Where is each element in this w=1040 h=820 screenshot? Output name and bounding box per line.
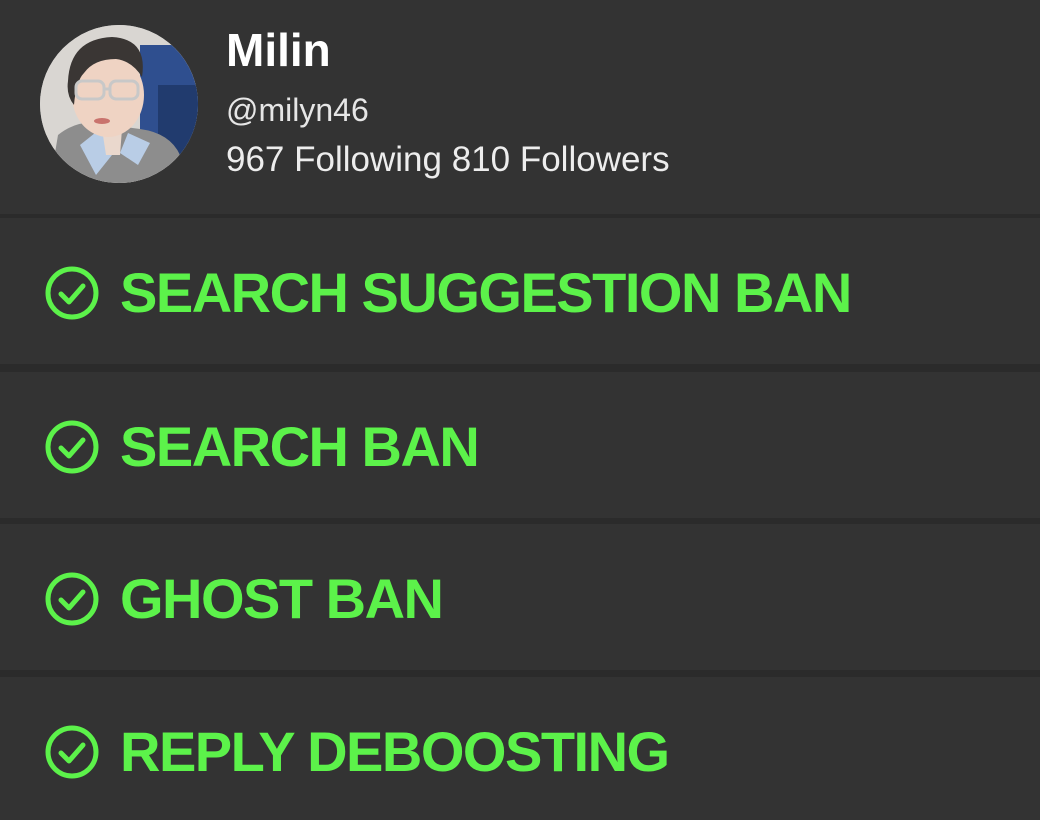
followers-label: Followers <box>519 140 670 179</box>
check-circle-icon <box>45 420 99 474</box>
display-name: Milin <box>226 24 331 76</box>
check-row-search-ban: SEARCH BAN <box>0 372 1040 518</box>
check-circle-icon <box>45 572 99 626</box>
check-label: REPLY DEBOOSTING <box>120 720 670 783</box>
avatar[interactable] <box>40 25 198 183</box>
check-label: SEARCH BAN <box>120 415 480 478</box>
check-circle-icon <box>45 266 99 320</box>
following-label: Following <box>294 140 452 179</box>
check-label: GHOST BAN <box>120 567 444 630</box>
following-count: 967 <box>226 140 295 179</box>
profile-header: Milin @milyn46 967 Following 810 Followe… <box>0 0 1040 214</box>
check-row-search-suggestion-ban: SEARCH SUGGESTION BAN <box>0 218 1040 364</box>
shadowban-check-page: Milin @milyn46 967 Following 810 Followe… <box>0 0 1040 820</box>
check-row-ghost-ban: GHOST BAN <box>0 524 1040 670</box>
check-row-reply-deboosting: REPLY DEBOOSTING <box>0 677 1040 820</box>
check-label: SEARCH SUGGESTION BAN <box>120 261 852 324</box>
follow-stats: 967 Following 810 Followers <box>226 138 670 182</box>
check-circle-icon <box>45 725 99 779</box>
avatar-photo <box>40 25 198 183</box>
user-handle: @milyn46 <box>226 92 369 128</box>
followers-count: 810 <box>451 140 520 179</box>
